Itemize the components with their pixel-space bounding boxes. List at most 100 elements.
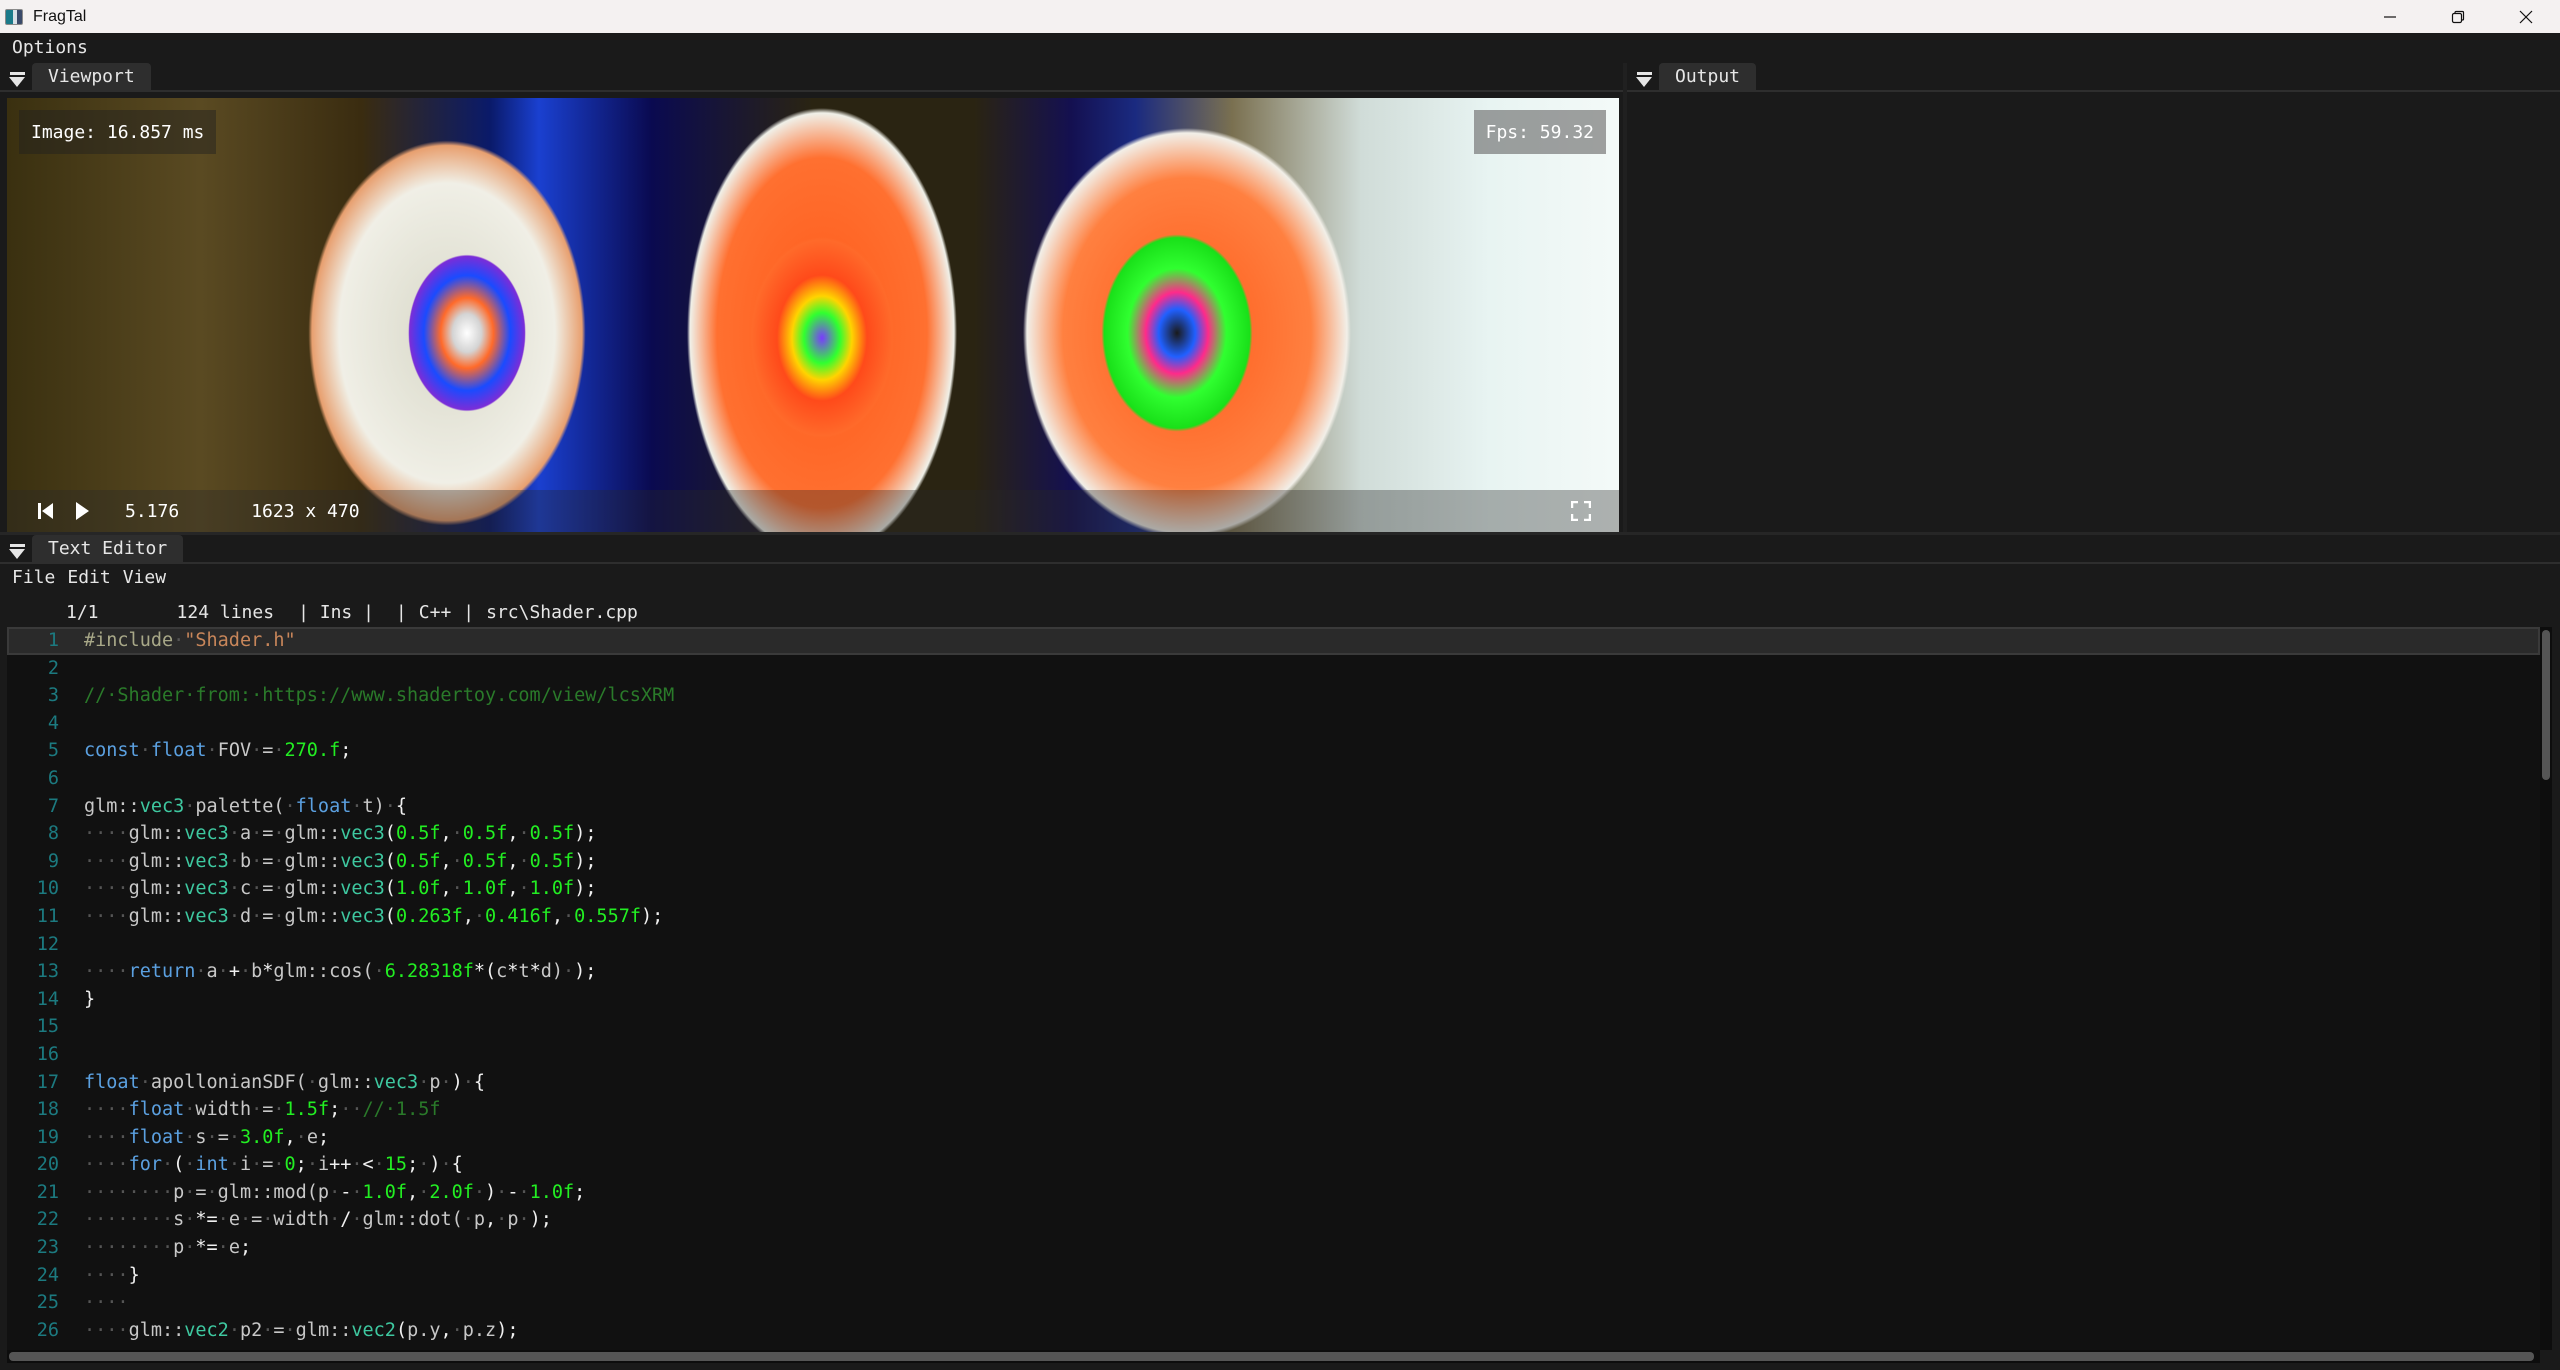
viewport-panel: Image: 16.857 ms Fps: 59.32 5.176 1623 x… [0,92,1623,532]
skip-back-icon [38,503,53,519]
code-line[interactable]: 10 ····glm::vec3·c·=·glm::vec3(1.0f,·1.0f… [7,875,2540,903]
code-line[interactable]: 13 ····return·a·+·b*glm::cos(·6.28318f*(c… [7,958,2540,986]
code-line[interactable]: 15 [7,1013,2540,1041]
code-line[interactable]: 12 [7,931,2540,959]
code-token: 1.0f [362,1181,408,1203]
code-line[interactable]: 20 ····for·(·int·i·=·0;·i++·<·15;·)·{ [7,1151,2540,1179]
fractal-render-view[interactable]: Image: 16.857 ms Fps: 59.32 5.176 1623 x… [7,98,1619,532]
text-editor-tabbar: Text Editor [0,535,2560,564]
code-line[interactable]: 11 ····glm::vec3·d·=·glm::vec3(0.263f,·0.… [7,903,2540,931]
line-number: 4 [47,712,59,734]
code-token: e [228,1237,240,1259]
menu-edit[interactable]: Edit [61,563,116,593]
line-number: 2 [47,657,59,679]
code-token: = [262,850,274,872]
code-line[interactable]: 24 ····} [7,1262,2540,1290]
close-button[interactable] [2492,0,2560,33]
viewport-collapse-icon[interactable] [8,68,26,90]
code-token: ········ [84,1181,174,1203]
play-button[interactable] [71,500,93,522]
text-editor-collapse-icon[interactable] [8,540,26,562]
image-time-label: Image: 16.857 ms [31,121,205,143]
code-token: · [306,1071,318,1093]
code-token: · [418,1071,430,1093]
menu-file[interactable]: File [0,563,61,593]
code-token: "Shader.h" [184,630,296,651]
minimize-button[interactable] [2356,0,2424,33]
code-line[interactable]: 4 [7,710,2540,738]
code-token: 0.416f [485,905,552,927]
code-token: , [485,1209,497,1231]
code-token: · [306,1154,318,1176]
file-path: src\Shader.cpp [486,601,638,623]
code-token: ); [574,850,597,872]
code-line[interactable]: 6 [7,765,2540,793]
tab-text-editor[interactable]: Text Editor [32,535,184,562]
code-line[interactable]: 25 ···· [7,1289,2540,1317]
code-token: · [329,1209,341,1231]
code-line[interactable]: 23 ········p·*=·e; [7,1234,2540,1262]
code-token: glm::mod(p [217,1181,330,1203]
code-token: · [451,1319,463,1341]
code-line[interactable]: 8 ····glm::vec3·a·=·glm::vec3(0.5f,·0.5f,… [7,820,2540,848]
tab-viewport[interactable]: Viewport [32,63,151,90]
fullscreen-icon[interactable] [1571,501,1591,521]
code-token: , [462,905,474,927]
code-token: , [284,1126,296,1148]
code-token: · [251,905,263,927]
code-token: = [251,1209,263,1231]
menu-options[interactable]: Options [0,33,100,63]
code-token: ···· [84,1292,129,1314]
menu-view[interactable]: View [117,563,172,593]
code-token: ···· [84,1126,129,1148]
code-token: ) [429,1154,441,1176]
code-token: · [518,823,530,845]
title-bar: FragTal [0,0,2560,33]
code-token: / [340,1209,352,1231]
restore-button[interactable] [2424,0,2492,33]
code-token: · [251,1154,263,1176]
skip-back-button[interactable] [35,500,57,522]
tab-output[interactable]: Output [1659,63,1757,90]
code-token: glm:: [317,1071,374,1093]
code-line[interactable]: 1 #include·"Shader.h" [7,627,2540,655]
code-token: · [228,850,240,872]
code-line[interactable]: 5 const·float·FOV·=·270.f; [7,737,2540,765]
code-line[interactable]: 3 //·Shader·from:·https://www.shadertoy.c… [7,682,2540,710]
vertical-scrollbar-thumb[interactable] [2542,630,2550,780]
code-token: * [529,961,541,983]
code-line[interactable]: 19 ····float·s·=·3.0f,·e; [7,1124,2540,1152]
code-line[interactable]: 17 float·apollonianSDF(·glm::vec3·p·)·{ [7,1069,2540,1097]
code-token: * [262,961,274,983]
code-token: · [518,878,530,900]
code-line[interactable]: 14} [7,986,2540,1014]
code-line[interactable]: 9 ····glm::vec3·b·=·glm::vec3(0.5f,·0.5f,… [7,848,2540,876]
code-token: 0.557f [574,905,641,927]
code-token: *= [195,1209,218,1231]
code-token: · [418,1154,430,1176]
output-collapse-icon[interactable] [1635,68,1653,90]
code-token: ++ [329,1154,352,1176]
code-line[interactable]: 26 ····glm::vec2·p2·=·glm::vec2(p.y,·p.z)… [7,1317,2540,1345]
code-line[interactable]: 21 ········p·=·glm::mod(p·-·1.0f,·2.0f·)·… [7,1179,2540,1207]
code-token: 0.5f [529,823,575,845]
code-token: width [273,1209,330,1231]
line-number: 14 [36,988,59,1010]
code-token: · [418,1181,430,1203]
code-line[interactable]: 22 ········s·*=·e·=·width·/·glm::dot(·p,·… [7,1206,2540,1234]
code-token: ( [173,1154,185,1176]
code-editor[interactable]: 1 #include·"Shader.h" 2 3//·Shader·from:·ht… [7,627,2540,1350]
code-token: · [518,1209,530,1231]
code-token: · [473,905,486,927]
code-token: , [440,878,452,900]
code-token: vec3 [139,795,185,817]
code-token: · [351,795,363,817]
code-line[interactable]: 7 glm::vec3·palette(·float·t)·{ [7,793,2540,821]
horizontal-scrollbar-thumb[interactable] [9,1352,2534,1361]
code-line[interactable]: 16 [7,1041,2540,1069]
code-token: · [262,1319,274,1341]
code-line[interactable]: 2 [7,655,2540,683]
code-line[interactable]: 18 ····float·width·=·1.5f;··//·1.5f [7,1096,2540,1124]
code-token: · [273,1099,285,1121]
code-token: glm:: [128,823,185,845]
